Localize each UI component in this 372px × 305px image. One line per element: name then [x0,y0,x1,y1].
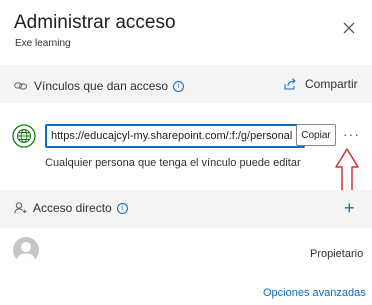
share-label: Compartir [305,77,358,91]
dialog-subtitle: Exe learning [15,38,71,49]
share-icon [284,78,296,90]
links-section-title: Vínculos que dan acceso i [14,79,185,93]
advanced-options-link[interactable]: Opciones avanzadas [263,287,366,299]
info-icon[interactable]: i [173,80,185,92]
person-icon [14,202,27,214]
globe-icon [12,124,36,148]
share-button[interactable]: Compartir [284,77,358,91]
link-url-input[interactable] [45,124,305,148]
member-role[interactable]: Propietario [310,248,363,260]
link-description: Cualquier persona que tenga el vínculo p… [45,157,301,169]
more-icon[interactable]: ··· [343,126,360,142]
dialog-title: Administrar acceso [14,12,176,33]
links-section-label: Vínculos que dan acceso [34,79,169,93]
close-icon[interactable] [341,20,357,36]
direct-access-title: Acceso directo i [14,201,128,215]
copy-button[interactable]: Copiar [296,124,336,146]
add-icon[interactable]: + [344,199,355,217]
avatar-icon [13,237,39,263]
link-icon [14,82,27,90]
info-icon[interactable]: i [116,202,128,214]
direct-access-label: Acceso directo [33,201,112,215]
